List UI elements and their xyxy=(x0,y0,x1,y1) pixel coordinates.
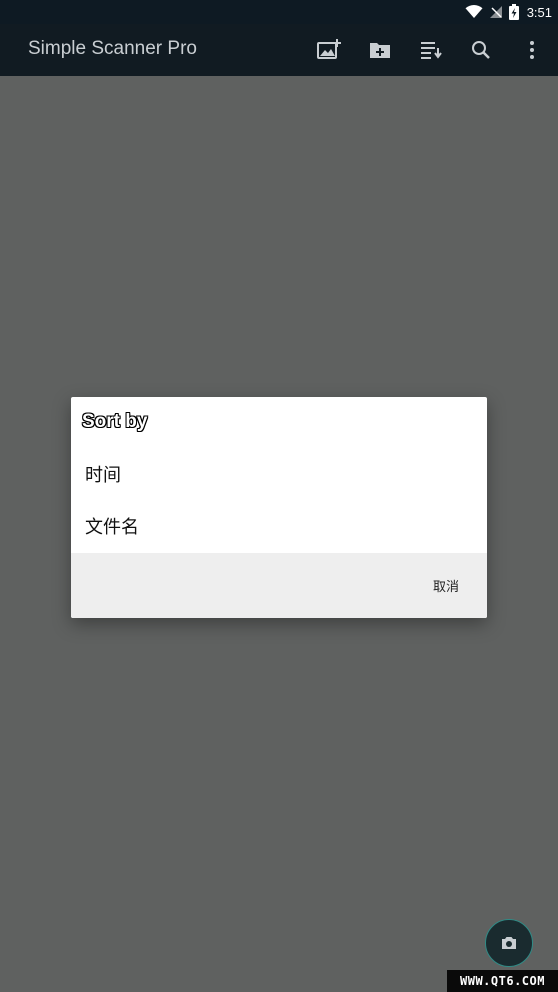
sort-option-label: 文件名 xyxy=(85,517,139,537)
more-options-button[interactable] xyxy=(518,36,546,64)
app-bar: Simple Scanner Pro xyxy=(0,24,558,76)
wifi-icon xyxy=(465,5,483,18)
dialog-footer: 取消 xyxy=(71,553,487,618)
status-time: 3:51 xyxy=(526,4,552,20)
sort-option-filename[interactable]: 文件名 xyxy=(71,501,487,551)
sort-option-time[interactable]: 时间 xyxy=(71,449,487,499)
dialog-title: Sort by xyxy=(82,411,148,432)
sort-button[interactable] xyxy=(417,36,445,64)
more-vert-icon xyxy=(530,41,534,59)
sort-icon xyxy=(421,42,442,59)
search-icon xyxy=(472,41,490,59)
cancel-button[interactable]: 取消 xyxy=(425,568,467,602)
status-bar: 3:51 xyxy=(0,0,558,24)
camera-icon xyxy=(502,937,516,949)
sort-dialog: Sort by 时间 文件名 取消 xyxy=(71,397,487,618)
camera-fab-button[interactable] xyxy=(485,919,533,967)
add-image-button[interactable] xyxy=(315,36,343,64)
app-title: Simple Scanner Pro xyxy=(28,38,197,59)
battery-charging-icon xyxy=(508,4,519,20)
search-button[interactable] xyxy=(467,36,495,64)
watermark: WWW.QT6.COM xyxy=(447,970,558,992)
new-folder-button[interactable] xyxy=(366,36,394,64)
add-image-icon xyxy=(317,39,341,59)
no-signal-icon xyxy=(489,6,502,18)
status-icons: 3:51 xyxy=(465,2,552,22)
sort-option-label: 时间 xyxy=(85,465,121,485)
new-folder-icon xyxy=(370,43,390,58)
